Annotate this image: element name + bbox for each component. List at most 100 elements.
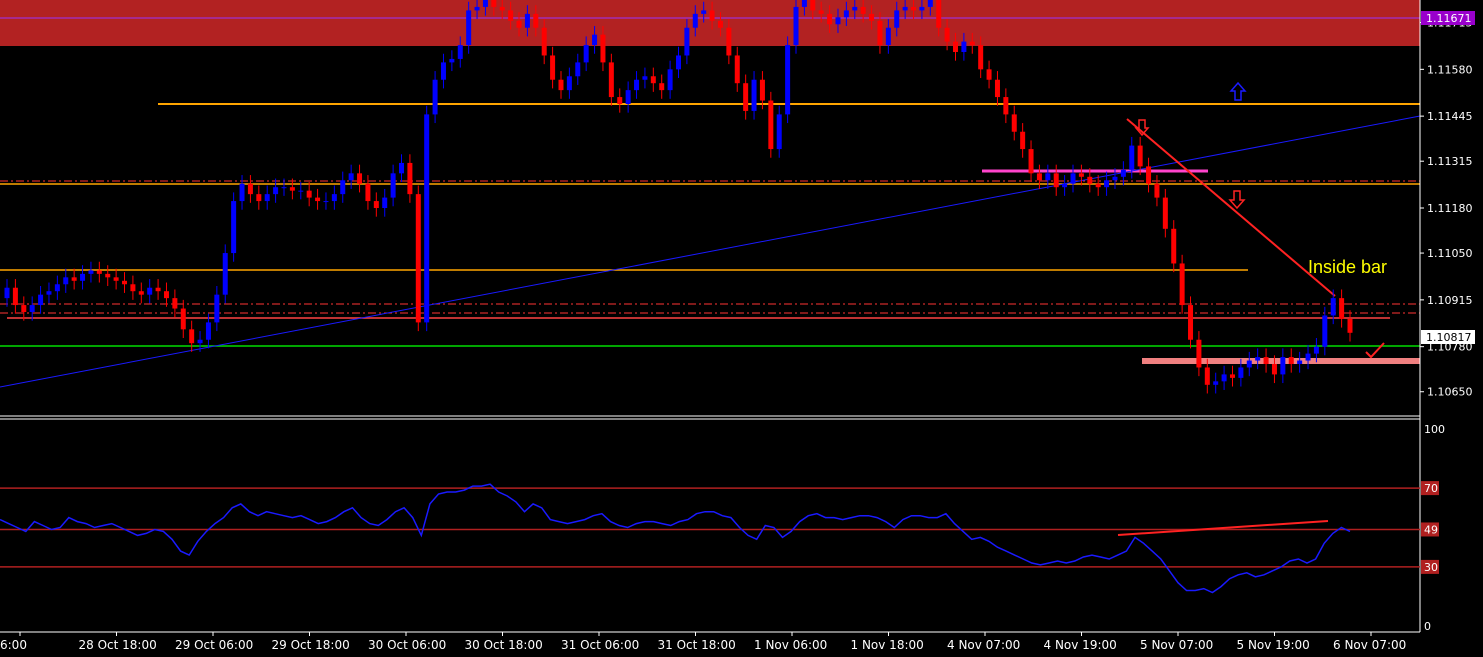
candle-body: [239, 183, 245, 202]
bid-price-tag-text: 1.11671: [1426, 12, 1472, 25]
candle-body: [969, 41, 975, 46]
candle-body: [667, 69, 673, 91]
candle-body: [818, 10, 824, 14]
candle-body: [743, 83, 749, 111]
candle-body: [541, 27, 547, 56]
candle-body: [231, 201, 237, 254]
time-axis: 6:00 28 Oct 18:00 29 Oct 06:00 29 Oct 18:00…: [0, 632, 1406, 652]
candle-body: [634, 79, 640, 91]
candle-body: [340, 180, 346, 195]
candle-body: [608, 62, 614, 98]
candle-body: [63, 277, 69, 285]
rsi-line: [0, 483, 1351, 594]
candle-body: [566, 76, 572, 91]
candle-body: [365, 183, 371, 202]
candle-body: [390, 173, 396, 198]
candle-body: [197, 339, 203, 344]
price-tick-label: 1.11180: [1427, 202, 1473, 215]
candle-body: [1062, 183, 1068, 188]
candle-body: [617, 97, 623, 104]
candle-body: [986, 69, 992, 80]
candle-body: [583, 45, 589, 63]
candle-body: [1162, 197, 1168, 229]
candle-body: [1238, 367, 1244, 378]
candle-body: [373, 201, 379, 208]
candle-body: [508, 10, 514, 21]
candle-body: [952, 41, 958, 52]
candle-body: [717, 20, 723, 28]
rsi-tick-label: 0: [1424, 620, 1431, 633]
candle-body: [642, 76, 648, 80]
candle-body: [1070, 173, 1076, 184]
candle-body: [457, 45, 463, 59]
candle-body: [944, 27, 950, 42]
candle-body: [1053, 173, 1059, 188]
candle-body: [516, 20, 522, 28]
candle-body: [172, 298, 178, 309]
candle-body: [684, 27, 690, 56]
candle-body: [264, 194, 270, 202]
candle-body: [105, 273, 111, 278]
candle-body: [130, 284, 136, 292]
candlestick-series: [4, 0, 1353, 394]
candle-body: [768, 100, 774, 150]
candle-body: [155, 287, 161, 292]
time-tick-label: 5 Nov 07:00: [1140, 638, 1213, 652]
rsi-tick-label: 100: [1424, 423, 1445, 436]
candle-body: [1095, 183, 1101, 188]
candle-body: [1146, 166, 1152, 184]
candle-body: [113, 277, 119, 281]
candle-body: [1154, 183, 1160, 198]
candle-body: [1120, 169, 1126, 177]
resistance-zone: [0, 0, 1420, 46]
candle-body: [1229, 374, 1235, 378]
rsi-tick-label: 70: [1424, 482, 1438, 495]
candle-body: [810, 0, 816, 11]
price-tick-label: 1.11580: [1427, 63, 1473, 76]
candle-body: [315, 197, 321, 202]
candle-body: [575, 62, 581, 77]
trading-chart[interactable]: Inside bar 1.117151.115801.114451.113151…: [0, 0, 1483, 657]
candle-body: [449, 58, 455, 63]
price-tick-label: 1.10915: [1427, 294, 1473, 307]
candle-body: [1020, 131, 1026, 150]
time-tick-label: 31 Oct 06:00: [561, 638, 639, 652]
candle-body: [1129, 145, 1135, 170]
candle-body: [827, 13, 833, 25]
candle-body: [625, 90, 631, 104]
candle-body: [256, 194, 262, 202]
candle-body: [306, 190, 312, 198]
candle-body: [1339, 298, 1345, 319]
candle-body: [1213, 381, 1219, 385]
time-tick-label: 6 Nov 07:00: [1333, 638, 1406, 652]
time-tick-label: 4 Nov 07:00: [947, 638, 1020, 652]
candle-body: [994, 79, 1000, 98]
candle-body: [1188, 305, 1194, 340]
candle-body: [793, 6, 799, 46]
candle-body: [273, 187, 279, 195]
candle-body: [1330, 298, 1336, 316]
candle-body: [357, 173, 363, 184]
candle-body: [399, 162, 405, 174]
candle-body: [96, 270, 102, 274]
candle-body: [281, 187, 287, 189]
candle-body: [21, 305, 27, 312]
candle-body: [4, 287, 10, 299]
candle-body: [1078, 173, 1084, 177]
time-tick-label: 4 Nov 19:00: [1044, 638, 1117, 652]
candle-body: [843, 10, 849, 18]
candle-body: [978, 45, 984, 70]
candle-body: [776, 114, 782, 150]
price-tick-label: 1.11445: [1427, 110, 1473, 123]
candle-body: [432, 79, 438, 115]
candle-body: [1011, 114, 1017, 132]
time-tick-label: 1 Nov 06:00: [754, 638, 827, 652]
time-tick-label: 30 Oct 06:00: [368, 638, 446, 652]
candle-body: [331, 194, 337, 202]
candle-body: [1036, 173, 1042, 181]
candle-body: [726, 27, 732, 56]
candle-body: [676, 55, 681, 70]
candle-body: [927, 0, 933, 7]
price-tick-label: 1.11050: [1427, 247, 1473, 260]
candle-body: [1196, 339, 1202, 368]
